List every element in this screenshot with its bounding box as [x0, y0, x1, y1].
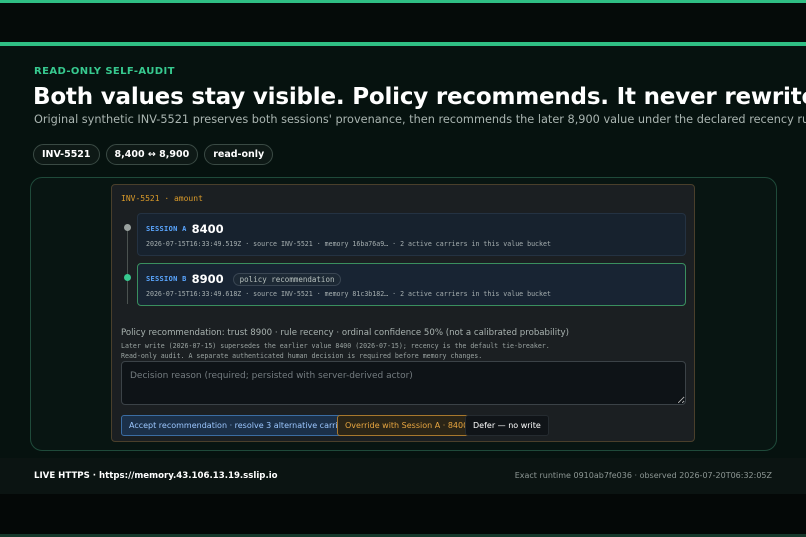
accept-recommendation-button[interactable]: Accept recommendation · resolve 3 altern… [121, 415, 365, 436]
live-endpoint: LIVE HTTPS · https://memory.43.106.13.19… [34, 471, 278, 481]
chip-invoice: INV-5521 [33, 144, 100, 165]
override-session-a-button[interactable]: Override with Session A · 8400 [337, 415, 477, 436]
policy-recommendation: Policy recommendation: trust 8900 · rule… [121, 328, 569, 338]
session-label: SESSION A [146, 225, 187, 233]
chip-row: INV-5521 8,400 ↔ 8,900 read-only [33, 144, 274, 165]
recommendation-badge: policy recommendation [232, 272, 342, 286]
session-meta: 2026-07-15T16:33:49.519Z · source INV-55… [146, 240, 551, 248]
timeline-dot-active-icon [124, 274, 131, 281]
timeline-rail [127, 228, 128, 304]
page-subtitle: Original synthetic INV-5521 preserves bo… [34, 113, 806, 126]
session-b-row: SESSION B 8900 policy recommendation 202… [137, 263, 686, 306]
bottom-band [0, 494, 806, 534]
footer: LIVE HTTPS · https://memory.43.106.13.19… [0, 458, 806, 494]
session-value: 8400 [191, 222, 224, 236]
eyebrow-label: READ-ONLY SELF-AUDIT [34, 66, 175, 77]
card-header: INV-5521 · amount [121, 194, 203, 203]
chip-values: 8,400 ↔ 8,900 [105, 144, 199, 165]
recency-note: Later write (2026-07-15) supersedes the … [121, 342, 550, 350]
runtime-info: Exact runtime 0910ab7fe036 · observed 20… [514, 471, 772, 480]
audit-note: Read-only audit. A separate authenticate… [121, 352, 483, 360]
session-label: SESSION B [146, 275, 187, 283]
decision-reason-input[interactable] [121, 361, 686, 405]
page-title: Both values stay visible. Policy recomme… [33, 84, 806, 110]
audit-card: INV-5521 · amount SESSION A 8400 2026-07… [111, 184, 695, 442]
timeline-dot-icon [124, 224, 131, 231]
chip-mode: read-only [204, 144, 274, 165]
session-a-row: SESSION A 8400 2026-07-15T16:33:49.519Z … [137, 213, 686, 256]
top-band [0, 3, 806, 42]
defer-button[interactable]: Defer — no write [465, 415, 549, 436]
session-meta: 2026-07-15T16:33:49.618Z · source INV-55… [146, 290, 551, 298]
session-value: 8900 [191, 272, 224, 286]
